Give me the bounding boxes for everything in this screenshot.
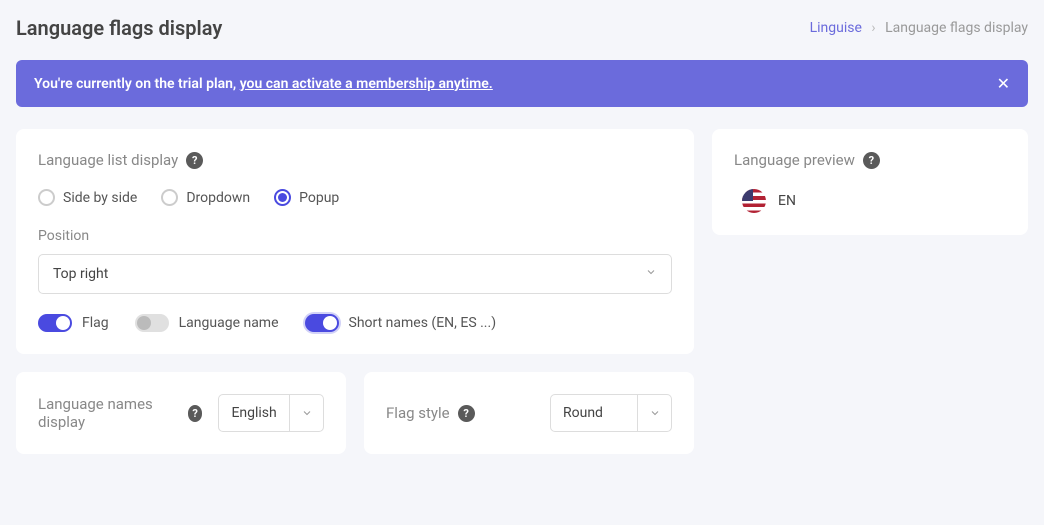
preview-flag-row: EN xyxy=(734,189,1006,213)
toggle-row: Flag Language name Short names (EN, ES .… xyxy=(38,314,672,332)
language-names-display-card: Language names display ? English xyxy=(16,372,346,454)
flag-toggle[interactable] xyxy=(38,314,72,332)
position-label: Position xyxy=(38,228,672,244)
preview-label: EN xyxy=(778,193,796,209)
help-icon[interactable]: ? xyxy=(186,152,203,169)
help-icon[interactable]: ? xyxy=(458,405,475,422)
section-title-text: Language preview xyxy=(734,151,855,169)
trial-banner: You're currently on the trial plan, you … xyxy=(16,60,1028,107)
section-title-text: Language names display xyxy=(38,395,180,431)
banner-activate-link[interactable]: you can activate a membership anytime. xyxy=(240,76,493,92)
breadcrumb: Linguise › Language flags display xyxy=(810,20,1028,36)
section-title-list-display: Language list display ? xyxy=(38,151,672,169)
page-title: Language flags display xyxy=(16,16,222,40)
toggle-flag: Flag xyxy=(38,314,109,332)
position-select[interactable]: Top right xyxy=(38,254,672,294)
chevron-right-icon: › xyxy=(871,20,875,36)
section-title-preview: Language preview ? xyxy=(734,151,1006,169)
section-title-flag-style: Flag style ? xyxy=(386,404,475,422)
section-title-text: Flag style xyxy=(386,404,450,422)
chevron-down-icon xyxy=(637,395,671,431)
breadcrumb-current: Language flags display xyxy=(885,20,1028,36)
section-title-names-display: Language names display ? xyxy=(38,395,202,431)
toggle-label: Flag xyxy=(82,315,109,331)
radio-label: Popup xyxy=(299,190,339,206)
select-value: Round xyxy=(551,405,637,421)
flag-style-card: Flag style ? Round xyxy=(364,372,694,454)
language-preview-card: Language preview ? EN xyxy=(712,129,1028,235)
chevron-down-icon xyxy=(645,266,657,282)
radio-popup[interactable]: Popup xyxy=(274,189,339,206)
toggle-label: Short names (EN, ES ...) xyxy=(349,315,497,331)
banner-text: You're currently on the trial plan, you … xyxy=(34,76,493,92)
radio-dropdown[interactable]: Dropdown xyxy=(161,189,250,206)
section-title-text: Language list display xyxy=(38,151,178,169)
chevron-down-icon xyxy=(289,395,323,431)
close-icon[interactable]: ✕ xyxy=(997,74,1010,93)
radio-label: Dropdown xyxy=(186,190,250,206)
radio-side-by-side[interactable]: Side by side xyxy=(38,189,137,206)
us-flag-icon xyxy=(742,189,766,213)
toggle-short-names: Short names (EN, ES ...) xyxy=(305,314,497,332)
breadcrumb-link[interactable]: Linguise xyxy=(810,20,862,36)
display-mode-radios: Side by side Dropdown Popup xyxy=(38,189,672,206)
radio-label: Side by side xyxy=(63,190,137,206)
short-names-toggle[interactable] xyxy=(305,314,339,332)
language-list-display-card: Language list display ? Side by side Dro… xyxy=(16,129,694,354)
radio-icon xyxy=(38,189,55,206)
banner-prefix: You're currently on the trial plan, xyxy=(34,76,240,92)
select-value: Top right xyxy=(53,266,108,282)
toggle-label: Language name xyxy=(179,315,279,331)
radio-icon xyxy=(161,189,178,206)
names-display-select[interactable]: English xyxy=(218,394,324,432)
language-name-toggle[interactable] xyxy=(135,314,169,332)
radio-icon xyxy=(274,189,291,206)
help-icon[interactable]: ? xyxy=(863,152,880,169)
page-header: Language flags display Linguise › Langua… xyxy=(16,16,1028,40)
help-icon[interactable]: ? xyxy=(188,405,203,422)
toggle-language-name: Language name xyxy=(135,314,279,332)
select-value: English xyxy=(219,405,289,421)
flag-style-select[interactable]: Round xyxy=(550,394,672,432)
